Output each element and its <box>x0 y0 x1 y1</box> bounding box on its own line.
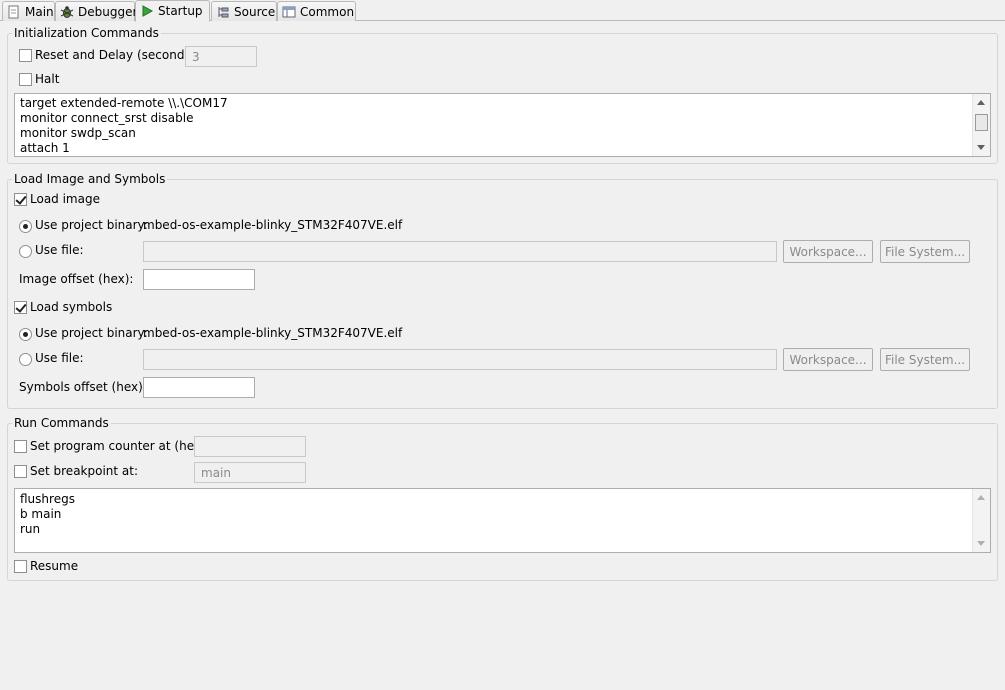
image-binary-name: mbed-os-example-blinky_STM32F407VE.elf <box>143 218 403 232</box>
tab-startup[interactable]: Startup <box>135 0 210 22</box>
load-image-title: Load Image and Symbols <box>12 172 168 186</box>
init-command-line: monitor swdp_scan <box>20 126 136 140</box>
image-use-file-label: Use file: <box>35 243 84 257</box>
tab-label: Debugger <box>78 4 138 19</box>
resume-label: Resume <box>30 559 79 573</box>
tab-bar: Main Debugger Startup Source Common <box>0 0 1005 22</box>
tab-label: Common <box>300 4 355 19</box>
symbols-use-file-radio[interactable] <box>19 353 32 366</box>
image-use-file-radio[interactable] <box>19 245 32 258</box>
scroll-up-icon[interactable] <box>977 100 985 105</box>
set-pc-label: Set program counter at (hex): <box>30 439 210 453</box>
play-icon <box>140 4 154 18</box>
init-commands-scrollbar[interactable] <box>972 94 990 156</box>
source-icon <box>216 5 230 19</box>
tab-main[interactable]: Main <box>2 1 55 21</box>
set-pc-checkbox[interactable] <box>14 440 27 453</box>
scroll-up-icon[interactable] <box>977 495 985 500</box>
symbols-workspace-button[interactable]: Workspace... <box>783 348 873 371</box>
load-image-label: Load image <box>30 192 100 206</box>
tab-label: Main <box>25 4 54 19</box>
tab-label: Source <box>234 4 276 19</box>
window-icon <box>282 5 296 19</box>
image-file-input[interactable] <box>143 241 777 262</box>
symbols-filesystem-button[interactable]: File System... <box>880 348 970 371</box>
image-offset-input[interactable] <box>143 269 255 290</box>
set-breakpoint-label: Set breakpoint at: <box>30 464 139 478</box>
image-project-binary-radio[interactable] <box>19 220 32 233</box>
load-image-checkbox[interactable] <box>14 193 27 206</box>
run-command-line: run <box>20 522 41 536</box>
run-command-line: b main <box>20 507 62 521</box>
set-pc-input[interactable] <box>194 436 306 457</box>
init-commands-title: Initialization Commands <box>12 26 161 40</box>
symbols-file-input[interactable] <box>143 349 777 370</box>
set-breakpoint-input[interactable]: main <box>194 462 306 483</box>
tab-label: Startup <box>158 4 203 18</box>
resume-checkbox[interactable] <box>14 560 27 573</box>
symbols-offset-input[interactable] <box>143 377 255 398</box>
reset-delay-checkbox[interactable] <box>19 49 32 62</box>
init-command-line: target extended-remote \\.\COM17 <box>20 96 228 110</box>
scroll-down-icon[interactable] <box>977 145 985 150</box>
image-project-binary-label: Use project binary: <box>35 218 148 232</box>
load-symbols-checkbox[interactable] <box>14 301 27 314</box>
document-icon <box>7 5 21 19</box>
tab-common[interactable]: Common <box>277 1 356 21</box>
bug-icon <box>60 5 74 19</box>
image-filesystem-button[interactable]: File System... <box>880 240 970 263</box>
init-command-line: monitor connect_srst disable <box>20 111 194 125</box>
reset-delay-input[interactable]: 3 <box>185 46 257 67</box>
image-workspace-button[interactable]: Workspace... <box>783 240 873 263</box>
scroll-down-icon[interactable] <box>977 541 985 546</box>
symbols-project-binary-label: Use project binary: <box>35 326 148 340</box>
image-offset-label: Image offset (hex): <box>19 272 134 286</box>
symbols-offset-label: Symbols offset (hex): <box>19 380 147 394</box>
run-commands-scrollbar[interactable] <box>972 489 990 552</box>
scroll-thumb[interactable] <box>975 114 988 131</box>
symbols-binary-name: mbed-os-example-blinky_STM32F407VE.elf <box>143 326 403 340</box>
run-commands-textarea[interactable]: flushregs b main run <box>14 488 991 553</box>
halt-checkbox[interactable] <box>19 73 32 86</box>
load-image-group <box>7 179 998 409</box>
halt-label: Halt <box>35 72 60 86</box>
run-commands-title: Run Commands <box>12 416 111 430</box>
run-command-line: flushregs <box>20 492 75 506</box>
symbols-project-binary-radio[interactable] <box>19 328 32 341</box>
reset-delay-label: Reset and Delay (seconds): <box>35 48 200 62</box>
load-symbols-label: Load symbols <box>30 300 113 314</box>
tab-debugger[interactable]: Debugger <box>55 1 138 21</box>
init-command-line: attach 1 <box>20 141 70 155</box>
tab-source[interactable]: Source <box>211 1 277 21</box>
set-breakpoint-checkbox[interactable] <box>14 465 27 478</box>
symbols-use-file-label: Use file: <box>35 351 84 365</box>
init-commands-textarea[interactable]: target extended-remote \\.\COM17 monitor… <box>14 93 991 157</box>
